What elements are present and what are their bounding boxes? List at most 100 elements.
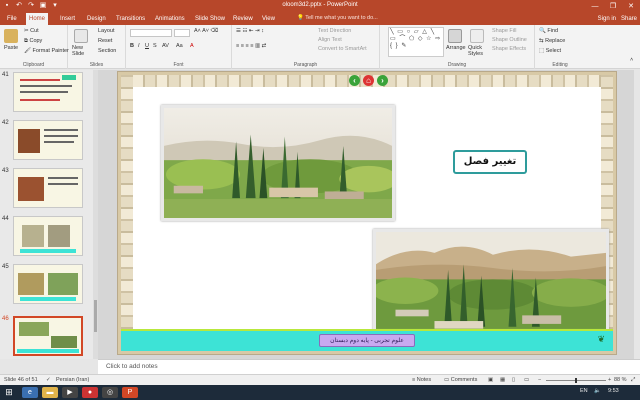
sign-in-link[interactable]: Sign in <box>598 13 616 25</box>
tray-clock[interactable]: 9:53 <box>608 388 619 394</box>
thumb-number: 45 <box>2 264 9 270</box>
landscape-photo-bottom[interactable] <box>373 229 609 343</box>
home-icon[interactable]: ⌂ <box>363 75 374 86</box>
tell-me-search[interactable]: 💡 Tell me what you want to do... <box>297 15 378 21</box>
list-buttons-icon[interactable]: ☰ ☷ ⇤ ⇥ ↕ <box>236 28 264 34</box>
quick-styles-icon[interactable] <box>470 29 484 43</box>
restore-button[interactable]: ❐ <box>604 0 622 13</box>
slide-thumbnail-46[interactable] <box>13 316 83 356</box>
new-slide-button[interactable]: New Slide <box>72 45 94 57</box>
text-direction-button[interactable]: Text Direction <box>318 28 351 34</box>
font-name-box[interactable] <box>130 29 172 37</box>
slide-canvas[interactable]: تغییر فصل ‹ ⌂ › علوم تجربی - پایه دوم دب… <box>118 72 616 354</box>
tab-slide-show[interactable]: Slide Show <box>192 13 228 25</box>
windows-start-icon[interactable]: ⊞ <box>2 387 16 398</box>
clipboard-group: Paste ✂ Cut ⧉ Copy 🖌 Format Painter Clip… <box>0 25 69 69</box>
new-slide-icon[interactable] <box>74 29 88 43</box>
tab-animations[interactable]: Animations <box>152 13 188 25</box>
notes-pane[interactable]: Click to add notes <box>98 359 640 374</box>
paste-icon[interactable] <box>4 29 18 43</box>
format-painter-button[interactable]: 🖌 Format Painter <box>24 48 69 54</box>
copy-button[interactable]: ⧉ Copy <box>24 38 42 45</box>
tray-language[interactable]: EN <box>580 388 588 394</box>
share-button[interactable]: Share <box>621 13 637 25</box>
notes-placeholder: Click to add notes <box>106 363 158 370</box>
previous-arrow-icon[interactable]: ‹ <box>349 75 360 86</box>
slideshow-view-icon[interactable]: ▭ <box>524 377 529 383</box>
comments-toggle[interactable]: ▭ Comments <box>444 377 477 383</box>
select-button[interactable]: ⬚ Select <box>539 48 561 54</box>
tab-home[interactable]: Home <box>26 13 49 25</box>
font-size-box[interactable] <box>174 29 190 37</box>
zoom-slider-knob[interactable] <box>575 378 577 383</box>
layout-button[interactable]: Layout <box>98 28 115 34</box>
font-grow-shrink-icon[interactable]: A˄ A˅ ⌫ <box>194 28 218 34</box>
italic-button[interactable]: I <box>138 43 140 49</box>
reading-view-icon[interactable]: ▯ <box>512 377 515 383</box>
shape-fill-button[interactable]: Shape Fill <box>492 28 516 34</box>
zoom-level[interactable]: 88 % <box>614 377 627 383</box>
media-player-icon[interactable]: ▶ <box>62 387 78 398</box>
slide-thumbnail-44[interactable] <box>13 216 83 256</box>
reset-button[interactable]: Reset <box>98 38 112 44</box>
spelling-icon[interactable]: ✓ <box>46 377 51 383</box>
cut-button[interactable]: ✂ Cut <box>24 28 39 34</box>
font-color-icon[interactable]: A <box>190 43 194 49</box>
change-case-icon[interactable]: Aa <box>176 43 183 49</box>
window-controls: — ❐ ✕ <box>586 0 640 13</box>
notes-toggle[interactable]: ≡ Notes <box>412 377 431 383</box>
chrome-icon[interactable]: ◎ <box>102 387 118 398</box>
landscape-photo-top[interactable] <box>161 105 395 221</box>
normal-view-icon[interactable]: ▣ <box>488 377 493 383</box>
footer-label[interactable]: علوم تجربی - پایه دوم دبستان <box>319 334 415 347</box>
replace-button[interactable]: ⇆ Replace <box>539 38 565 44</box>
shape-outline-button[interactable]: Shape Outline <box>492 37 527 43</box>
tab-file[interactable]: File <box>4 13 20 25</box>
collapse-ribbon-icon[interactable]: ˄ <box>630 57 633 63</box>
underline-button[interactable]: U <box>145 43 149 49</box>
comments-toggle-label: Comments <box>450 377 478 383</box>
convert-smartart-button[interactable]: Convert to SmartArt <box>318 46 367 52</box>
tab-insert[interactable]: Insert <box>57 13 78 25</box>
tab-view[interactable]: View <box>259 13 278 25</box>
volume-icon[interactable]: 🔈 <box>594 388 601 394</box>
slide-thumbnail-41[interactable] <box>13 72 83 112</box>
find-button[interactable]: 🔍 Find <box>539 28 558 34</box>
paste-button[interactable]: Paste <box>4 45 18 51</box>
slide-title[interactable]: تغییر فصل <box>453 150 527 174</box>
ie-icon[interactable]: e <box>22 387 38 398</box>
slide-thumbnail-42[interactable] <box>13 120 83 160</box>
powerpoint-taskbar-icon[interactable]: P <box>122 387 138 398</box>
paragraph-group-label: Paragraph <box>293 62 318 68</box>
arrange-button[interactable]: Arrange <box>446 45 466 51</box>
minimize-button[interactable]: — <box>586 0 604 13</box>
file-explorer-icon[interactable]: ▬ <box>42 387 58 398</box>
strikethrough-button[interactable]: S <box>153 43 157 49</box>
tab-design[interactable]: Design <box>84 13 109 25</box>
zoom-in-icon[interactable]: + <box>608 377 611 383</box>
thumbnail-graphic <box>17 322 79 353</box>
slide-thumbnail-43[interactable] <box>13 168 83 208</box>
zoom-out-icon[interactable]: − <box>538 377 541 383</box>
scrollbar-thumb[interactable] <box>94 300 97 332</box>
tab-transitions[interactable]: Transitions <box>113 13 148 25</box>
next-arrow-icon[interactable]: › <box>377 75 388 86</box>
language-indicator[interactable]: Persian (Iran) <box>56 377 89 383</box>
tab-review[interactable]: Review <box>230 13 256 25</box>
section-button[interactable]: Section <box>98 48 116 54</box>
slide-thumbnail-pane: 41 42 43 44 45 46 47 <box>0 70 98 359</box>
fit-slide-icon[interactable]: ⤢ <box>631 377 635 384</box>
editing-group-label: Editing <box>552 62 568 68</box>
shape-effects-button[interactable]: Shape Effects <box>492 46 526 52</box>
quick-styles-button[interactable]: Quick Styles <box>468 45 488 57</box>
arrange-icon[interactable] <box>448 29 462 43</box>
bold-button[interactable]: B <box>130 43 134 49</box>
align-buttons-icon[interactable]: ≡ ≡ ≡ ≡ ▥ ⇄ <box>236 43 266 49</box>
shapes-gallery[interactable]: ╲ ▭ ○ ▱ △ ╲ ▭ ⌒ ⬠ ◇ ☆ ⇨ { } ✎ <box>388 27 444 57</box>
close-button[interactable]: ✕ <box>622 0 640 13</box>
char-spacing-icon[interactable]: AV <box>162 43 169 49</box>
align-text-button[interactable]: Align Text <box>318 37 342 43</box>
app-red-icon[interactable]: ● <box>82 387 98 398</box>
slide-sorter-icon[interactable]: ▦ <box>500 377 505 383</box>
slide-thumbnail-45[interactable] <box>13 264 83 304</box>
